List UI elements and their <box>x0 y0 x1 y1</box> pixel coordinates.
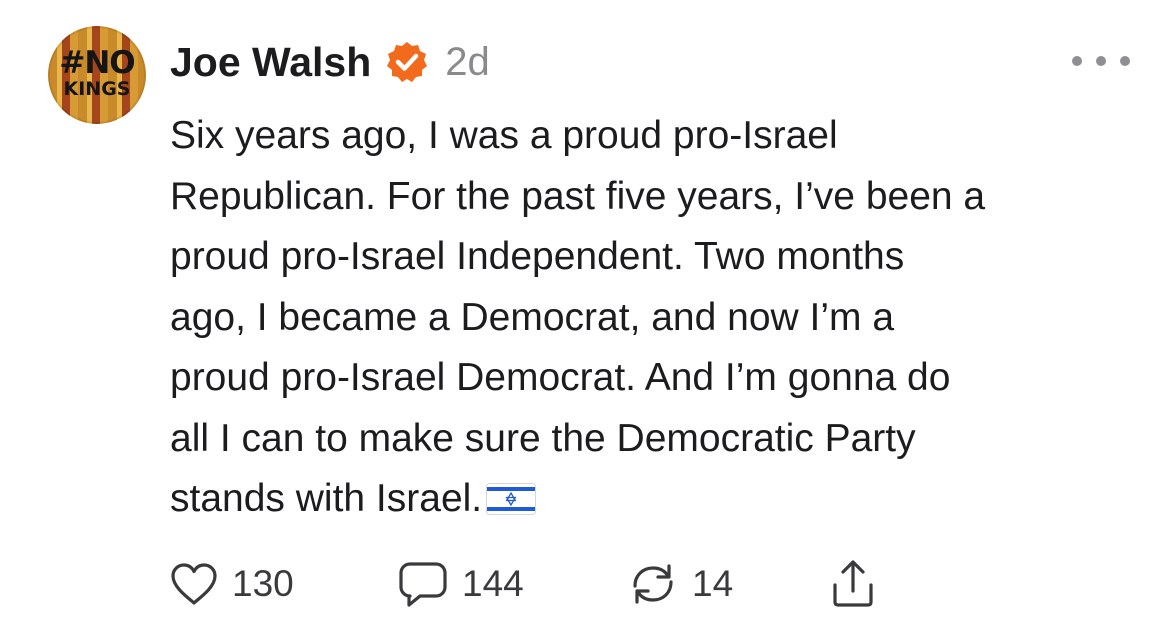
post-timestamp[interactable]: 2d <box>445 40 490 85</box>
heart-icon <box>171 563 217 605</box>
post-body: Six years ago, I was a proud pro-Israel … <box>170 106 1130 530</box>
post-card[interactable]: #NO KINGS Joe Walsh 2d Six years ago, I … <box>0 0 1170 636</box>
avatar[interactable]: #NO KINGS <box>48 26 146 124</box>
more-options-button[interactable] <box>1072 50 1130 72</box>
repost-arrows-icon <box>633 564 673 604</box>
avatar-text-top: #NO <box>59 45 135 81</box>
avatar-text-bottom: KINGS <box>63 78 131 100</box>
like-count: 130 <box>232 563 294 604</box>
post-header: Joe Walsh 2d <box>170 34 490 90</box>
more-dot-icon <box>1120 56 1130 66</box>
israel-flag-icon <box>486 483 537 515</box>
share-upload-icon <box>833 560 873 607</box>
repost-button[interactable]: 14 <box>628 556 733 612</box>
reply-button[interactable]: 144 <box>398 556 524 612</box>
author-name[interactable]: Joe Walsh <box>170 39 371 86</box>
share-button[interactable] <box>830 556 876 612</box>
verified-badge-icon <box>387 42 428 82</box>
post-actions: 130 144 14 <box>170 556 930 612</box>
more-dot-icon <box>1096 56 1106 66</box>
speech-bubble-icon <box>399 562 447 607</box>
more-dot-icon <box>1072 56 1082 66</box>
repost-count: 14 <box>692 563 734 604</box>
like-button[interactable]: 130 <box>170 556 294 612</box>
post-text: Six years ago, I was a proud pro-Israel … <box>170 114 986 520</box>
reply-count: 144 <box>462 563 524 604</box>
